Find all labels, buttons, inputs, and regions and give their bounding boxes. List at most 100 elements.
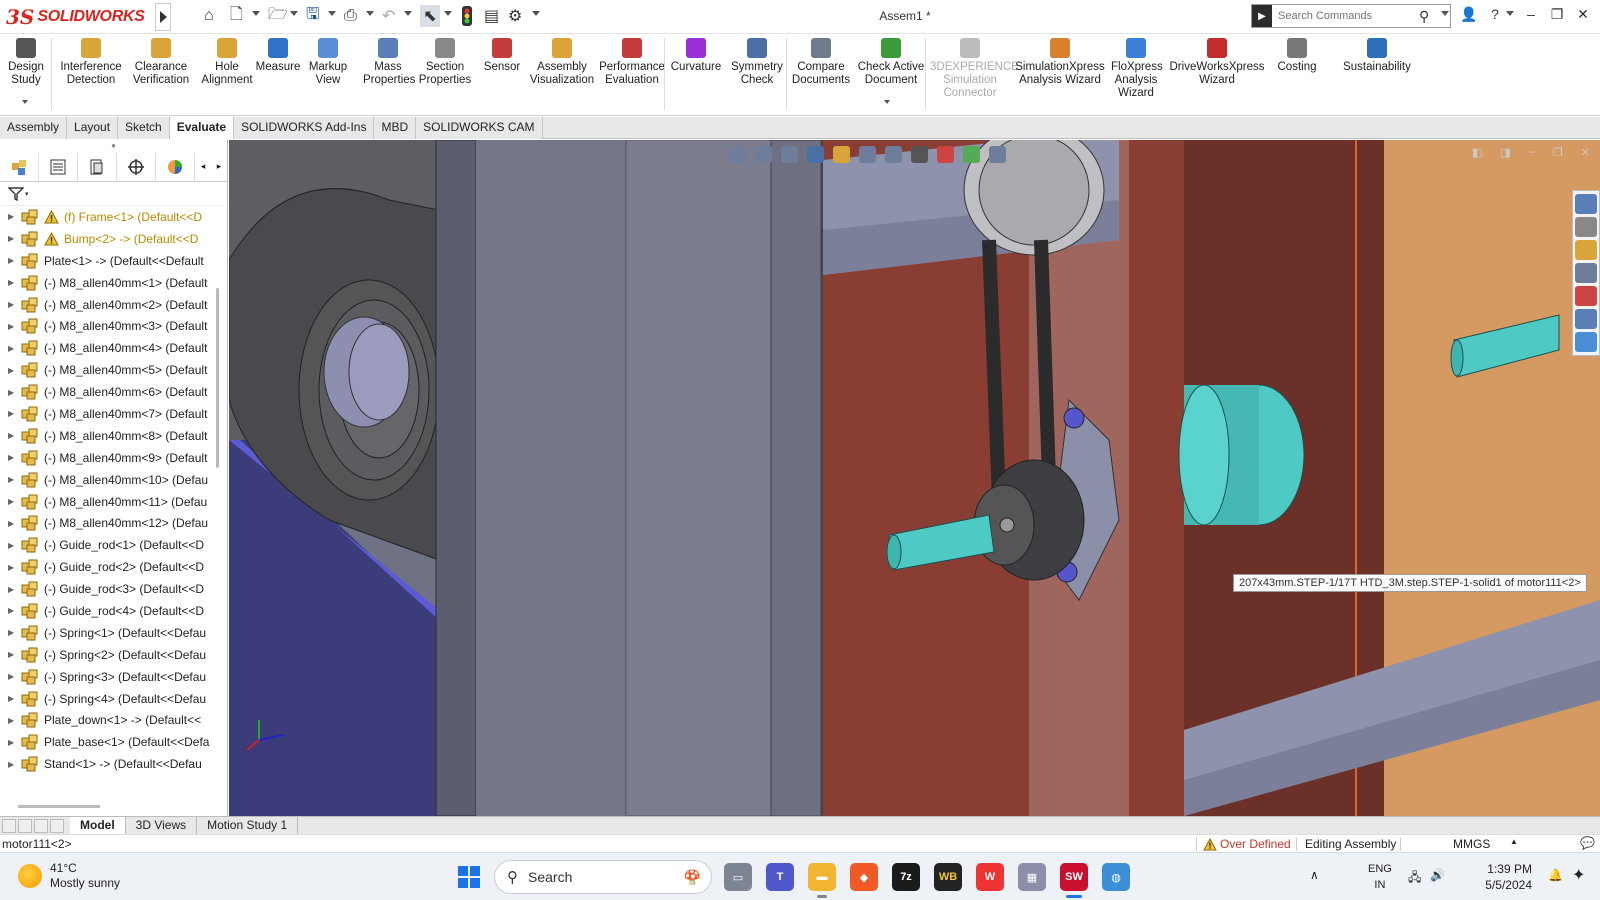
search-commands-input[interactable] bbox=[1272, 10, 1417, 22]
hide-show-items-icon[interactable] bbox=[911, 146, 928, 163]
tree-item[interactable]: ▶ (-) M8_allen40mm<10> (Defau bbox=[0, 469, 227, 491]
home-icon[interactable]: ⌂ bbox=[204, 5, 214, 27]
tree-item[interactable]: ▶ (-) M8_allen40mm<3> (Default bbox=[0, 315, 227, 337]
chat-bubble-icon[interactable]: 💬 bbox=[1580, 836, 1595, 850]
tab-sketch[interactable]: Sketch bbox=[118, 117, 170, 139]
expand-arrow-icon[interactable]: ▶ bbox=[0, 672, 20, 681]
tree-horizontal-scrollbar[interactable] bbox=[18, 805, 100, 808]
mass-properties-button[interactable]: Mass Properties bbox=[363, 38, 415, 87]
tab-mbd[interactable]: MBD bbox=[374, 117, 417, 139]
tab-solidworks-add-ins[interactable]: SOLIDWORKS Add-Ins bbox=[234, 117, 375, 139]
curvature-button[interactable]: Curvature bbox=[669, 38, 723, 74]
design-study-button[interactable]: Design Study bbox=[6, 38, 46, 87]
view-orientation-icon[interactable] bbox=[859, 146, 876, 163]
next-tab-arrow[interactable] bbox=[34, 818, 48, 833]
prev-tab-arrow[interactable] bbox=[18, 818, 32, 833]
tree-item[interactable]: ▶ Stand<1> -> (Default<<Defau bbox=[0, 753, 227, 775]
winbox-icon[interactable]: WB bbox=[934, 863, 962, 891]
graphics-viewport[interactable]: ◧ ◨ – ❐ ✕ 207x43mm.STEP-1/17T HTD_3M.ste… bbox=[229, 140, 1600, 816]
save-icon[interactable]: 🖫 bbox=[306, 5, 320, 27]
tree-item[interactable]: ▶ (-) M8_allen40mm<7> (Default bbox=[0, 403, 227, 425]
expand-arrow-icon[interactable]: ▶ bbox=[0, 585, 20, 594]
tree-item[interactable]: ▶ (-) Guide_rod<1> (Default<<D bbox=[0, 534, 227, 556]
tree-item[interactable]: ▶ (-) M8_allen40mm<1> (Default bbox=[0, 272, 227, 294]
tab-layout[interactable]: Layout bbox=[67, 117, 119, 139]
model-render[interactable] bbox=[229, 140, 1600, 816]
expand-arrow-icon[interactable]: ▶ bbox=[0, 212, 20, 221]
help-icon[interactable]: ? bbox=[1484, 6, 1506, 22]
search-dropdown-arrow[interactable] bbox=[1441, 11, 1449, 16]
tree-item[interactable]: ▶ (-) M8_allen40mm<5> (Default bbox=[0, 359, 227, 381]
dynamic-annotation-icon[interactable] bbox=[833, 146, 850, 163]
sensor-button[interactable]: Sensor bbox=[482, 38, 522, 74]
expand-arrow-icon[interactable]: ▶ bbox=[0, 628, 20, 637]
user-account-icon[interactable]: 👤 bbox=[1458, 6, 1480, 23]
weather-widget[interactable]: 41°C Mostly sunny bbox=[18, 861, 120, 891]
undo-dropdown-arrow[interactable] bbox=[404, 11, 412, 16]
tree-item[interactable]: ▶ (-) Guide_rod<3> (Default<<D bbox=[0, 578, 227, 600]
tree-item[interactable]: ▶ Bump<2> -> (Default<<D bbox=[0, 228, 227, 250]
help-dropdown-arrow[interactable] bbox=[1506, 11, 1514, 16]
tree-item[interactable]: ▶ Plate_base<1> (Default<<Defa bbox=[0, 731, 227, 753]
expand-arrow-icon[interactable]: ▶ bbox=[0, 388, 20, 397]
hole-alignment-button[interactable]: Hole Alignment bbox=[198, 38, 256, 87]
expand-arrow-icon[interactable]: ▶ bbox=[0, 409, 20, 418]
expand-arrow-icon[interactable]: ▶ bbox=[0, 278, 20, 287]
copilot-icon[interactable]: ✦ bbox=[1572, 865, 1585, 885]
tree-item[interactable]: ▶ (-) Spring<1> (Default<<Defau bbox=[0, 622, 227, 644]
tab-solidworks-cam[interactable]: SOLIDWORKS CAM bbox=[416, 117, 543, 139]
file-properties-icon[interactable]: ▤ bbox=[484, 5, 499, 27]
tab-assembly[interactable]: Assembly bbox=[0, 117, 68, 139]
wps-office-icon[interactable]: W bbox=[976, 863, 1004, 891]
tree-item[interactable]: ▶ (-) M8_allen40mm<8> (Default bbox=[0, 425, 227, 447]
show-hidden-icons-chevron[interactable]: ∧ bbox=[1310, 868, 1319, 882]
tree-item[interactable]: ▶ (-) M8_allen40mm<6> (Default bbox=[0, 381, 227, 403]
expand-arrow-icon[interactable]: ▶ bbox=[0, 497, 20, 506]
property-manager-tab-icon[interactable] bbox=[39, 152, 78, 181]
select-dropdown-arrow[interactable] bbox=[444, 11, 452, 16]
close-icon[interactable]: ✕ bbox=[1572, 6, 1594, 23]
options-gear-icon[interactable]: ⚙ bbox=[508, 5, 522, 27]
unit-system[interactable]: MMGS bbox=[1453, 837, 1490, 851]
expand-arrow-icon[interactable]: ▶ bbox=[0, 300, 20, 309]
tree-item[interactable]: ▶ (-) Guide_rod<4> (Default<<D bbox=[0, 600, 227, 622]
sustainability-button[interactable]: Sustainability bbox=[1335, 38, 1419, 74]
edit-appearance-icon[interactable] bbox=[937, 146, 954, 163]
save-dropdown-arrow[interactable] bbox=[328, 11, 336, 16]
expand-arrow-icon[interactable]: ▶ bbox=[0, 606, 20, 615]
expand-arrow-icon[interactable]: ▶ bbox=[0, 716, 20, 725]
tabs-scroll-left-icon[interactable]: ◂ bbox=[195, 161, 211, 172]
7zip-icon[interactable]: 7z bbox=[892, 863, 920, 891]
tree-item[interactable]: ▶ (-) M8_allen40mm<12> (Defau bbox=[0, 512, 227, 534]
tree-item[interactable]: ▶ (-) Spring<2> (Default<<Defau bbox=[0, 644, 227, 666]
expand-arrow-icon[interactable]: ▶ bbox=[0, 453, 20, 462]
system-clock[interactable]: 1:39 PM 5/5/2024 bbox=[1452, 861, 1532, 893]
teams-icon[interactable]: T bbox=[766, 863, 794, 891]
tree-item[interactable]: ▶ (f) Frame<1> (Default<<D bbox=[0, 206, 227, 228]
windows-start-icon[interactable] bbox=[458, 866, 480, 888]
expand-arrow-icon[interactable]: ▶ bbox=[0, 650, 20, 659]
expand-arrow-icon[interactable]: ▶ bbox=[0, 738, 20, 747]
print-icon[interactable]: ⎙ bbox=[344, 5, 357, 27]
ribbon-dropdown-arrow[interactable] bbox=[884, 100, 890, 104]
simulationxpress-button[interactable]: SimulationXpress Analysis Wizard bbox=[1012, 38, 1108, 87]
design-library-icon[interactable] bbox=[1575, 217, 1597, 237]
display-manager-tab-icon[interactable] bbox=[156, 152, 195, 181]
floxpress-button[interactable]: FloXpress Analysis Wizard bbox=[1111, 38, 1163, 100]
zoom-to-area-icon[interactable] bbox=[755, 146, 772, 163]
expand-arrow-icon[interactable]: ▶ bbox=[0, 234, 20, 243]
expand-arrow-icon[interactable]: ▶ bbox=[0, 431, 20, 440]
input-language[interactable]: ENG IN bbox=[1368, 861, 1392, 893]
volume-icon[interactable]: 🔊 bbox=[1430, 868, 1445, 882]
task-view-icon[interactable]: ▭ bbox=[724, 863, 752, 891]
open-folder-icon[interactable]: 🗁 bbox=[268, 5, 288, 27]
restore-icon[interactable]: ❐ bbox=[1546, 6, 1568, 23]
over-defined-status[interactable]: Over Defined bbox=[1203, 837, 1291, 851]
tree-item[interactable]: ▶ (-) Spring<4> (Default<<Defau bbox=[0, 688, 227, 710]
new-document-icon[interactable]: 🗋 bbox=[230, 5, 243, 27]
unit-system-up-arrow[interactable]: ▲ bbox=[1510, 837, 1518, 846]
undo-icon[interactable]: ↶ bbox=[382, 5, 395, 27]
rebuild-traffic-light-icon[interactable] bbox=[462, 5, 472, 27]
tree-item[interactable]: ▶ Plate_down<1> -> (Default<< bbox=[0, 709, 227, 731]
apply-scene-icon[interactable] bbox=[963, 146, 980, 163]
